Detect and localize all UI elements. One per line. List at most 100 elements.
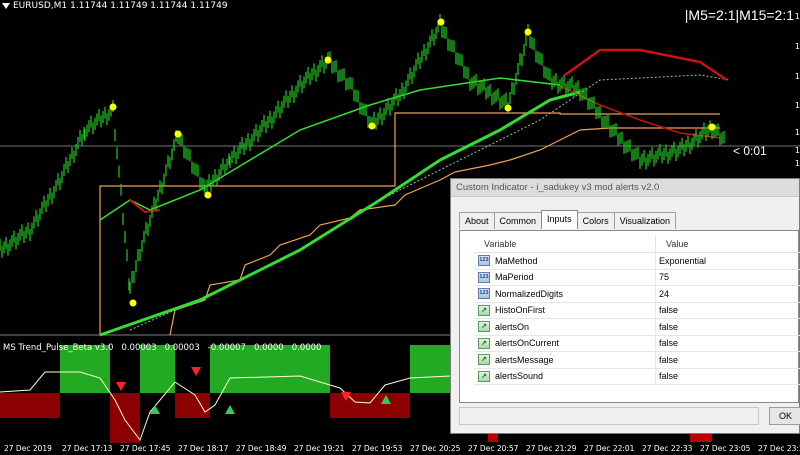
tab-inputs[interactable]: Inputs	[541, 210, 578, 229]
bool-icon: ↗	[478, 354, 490, 366]
variable-cell: ↗ HistoOnFirst	[474, 302, 656, 318]
grid-header: Variable Value	[474, 236, 800, 253]
price-tick-label: 1	[794, 42, 800, 51]
variable-cell: 123 NormalizedDigits	[474, 286, 656, 302]
value-cell[interactable]: false	[656, 355, 678, 365]
dropdown-triangle-icon[interactable]	[2, 3, 10, 9]
ok-button[interactable]: OK	[769, 407, 800, 425]
dialog-title[interactable]: Custom Indicator - i_sadukey v3 mod aler…	[451, 179, 799, 197]
variable-name: MaPeriod	[495, 272, 534, 283]
value-cell[interactable]: 75	[656, 272, 669, 282]
tab-about[interactable]: About	[459, 212, 495, 229]
variable-cell: ↗ alertsMessage	[474, 352, 656, 368]
time-tick-label: 27 Dec 22:33	[642, 444, 693, 453]
tab-common[interactable]: Common	[493, 212, 543, 229]
up-arrow-icon	[225, 405, 235, 414]
swing-point-dot	[204, 191, 212, 199]
indicator-value: 0.0000	[253, 343, 284, 353]
input-row-MaPeriod[interactable]: 123 MaPeriod 75	[474, 269, 800, 286]
int-icon: 123	[478, 271, 490, 283]
swing-point-dot	[437, 18, 445, 26]
variable-name: MaMethod	[495, 255, 538, 266]
price-tick-label: 1	[794, 159, 800, 168]
down-arrow-icon	[116, 382, 126, 391]
input-row-alertsOnCurrent[interactable]: ↗ alertsOnCurrent false	[474, 335, 800, 352]
input-row-HistoOnFirst[interactable]: ↗ HistoOnFirst false	[474, 302, 800, 319]
time-tick-label: 27 Dec 23:05	[700, 444, 751, 453]
price-tick-label: 1	[794, 146, 800, 155]
inputs-grid: Variable Value 123 MaMethod Exponential 123…	[474, 236, 800, 385]
swing-point-dot	[129, 299, 137, 307]
swing-point-dot	[504, 104, 512, 112]
dialog-tabs: About Common Inputs Colors Visualization	[459, 210, 676, 229]
variable-cell: 123 MaPeriod	[474, 269, 656, 285]
histogram-bar-down	[110, 393, 140, 443]
time-tick-label: 27 Dec 17:45	[120, 444, 171, 453]
inputs-panel: Variable Value 123 MaMethod Exponential 123…	[459, 230, 800, 403]
tab-colors[interactable]: Colors	[576, 212, 615, 229]
input-rows: 123 MaMethod Exponential 123 MaPeriod 75 123 No…	[474, 253, 800, 385]
value-cell[interactable]: false	[656, 371, 678, 381]
time-tick-label: 27 Dec 23:37	[758, 444, 800, 453]
time-tick-label: 27 Dec 21:29	[526, 444, 577, 453]
value-cell[interactable]: false	[656, 305, 678, 315]
time-tick-label: 27 Dec 19:53	[352, 444, 403, 453]
custom-indicator-dialog[interactable]: Custom Indicator - i_sadukey v3 mod aler…	[450, 178, 800, 434]
variable-name: NormalizedDigits	[495, 288, 564, 299]
histogram-bar-down	[330, 393, 345, 418]
bool-icon: ↗	[478, 337, 490, 349]
bool-icon: ↗	[478, 370, 490, 382]
input-row-NormalizedDigits[interactable]: 123 NormalizedDigits 24	[474, 286, 800, 303]
value-cell[interactable]: Exponential	[656, 256, 706, 266]
down-arrow-icon	[191, 367, 201, 376]
swing-point-dot	[368, 122, 376, 130]
time-tick-label: 27 Dec 20:57	[468, 444, 519, 453]
swing-point-dot	[708, 123, 716, 131]
reset-button[interactable]	[459, 407, 759, 425]
value-column-header[interactable]: Value	[656, 236, 688, 252]
histogram-bar-up	[410, 345, 450, 393]
variable-cell: 123 MaMethod	[474, 253, 656, 269]
bar-countdown: < 0:01	[733, 144, 767, 158]
time-tick-label: 27 Dec 18:17	[178, 444, 229, 453]
variable-cell: ↗ alertsOn	[474, 319, 656, 335]
swing-point-dot	[324, 56, 332, 64]
input-row-MaMethod[interactable]: 123 MaMethod Exponential	[474, 253, 800, 270]
value-cell[interactable]: false	[656, 322, 678, 332]
price-tick-label: 1	[794, 101, 800, 110]
input-row-alertsMessage[interactable]: ↗ alertsMessage false	[474, 352, 800, 369]
time-tick-label: 27 Dec 17:13	[62, 444, 113, 453]
variable-name: HistoOnFirst	[495, 305, 546, 316]
ohlc-values: 1.11744 1.11749 1.11744 1.11749	[70, 1, 228, 11]
time-tick-label: 27 Dec 19:21	[294, 444, 345, 453]
swing-point-dot	[109, 103, 117, 111]
time-tick-label: 27 Dec 18:49	[236, 444, 287, 453]
time-axis: 27 Dec 2019 27 Dec 17:13 27 Dec 17:45 27 De…	[0, 442, 800, 455]
tab-visualization[interactable]: Visualization	[613, 212, 676, 229]
histogram-bar-down	[0, 393, 60, 418]
symbol-label: EURUSD,M1	[13, 1, 68, 11]
variable-cell: ↗ alertsSound	[474, 368, 656, 384]
time-tick-label: 27 Dec 2019	[4, 444, 52, 453]
variable-cell: ↗ alertsOnCurrent	[474, 335, 656, 351]
variable-name: alertsSound	[495, 371, 544, 382]
swing-point-dot	[524, 28, 532, 36]
int-icon: 123	[478, 255, 490, 267]
value-cell[interactable]: false	[656, 338, 678, 348]
price-tick-label: 1	[794, 128, 800, 137]
bool-icon: ↗	[478, 304, 490, 316]
input-row-alertsSound[interactable]: ↗ alertsSound false	[474, 368, 800, 385]
histogram-bar-down	[175, 393, 210, 418]
time-tick-label: 27 Dec 20:25	[410, 444, 461, 453]
indicator-value: -0.00007	[207, 343, 246, 353]
price-tick-label: 1	[794, 72, 800, 81]
value-cell[interactable]: 24	[656, 289, 669, 299]
time-tick-label: 27 Dec 22:01	[584, 444, 635, 453]
indicator-title: MS Trend_Pulse_Beta v3.0 0.00003 0.00003 -0…	[3, 343, 329, 353]
input-row-alertsOn[interactable]: ↗ alertsOn false	[474, 319, 800, 336]
bool-icon: ↗	[478, 321, 490, 333]
chart-symbol-header: EURUSD,M1 1.11744 1.11749 1.11744 1.1174…	[2, 1, 228, 11]
variable-name: alertsMessage	[495, 354, 554, 365]
price-tick-label: 1	[794, 12, 800, 21]
variable-column-header[interactable]: Variable	[474, 236, 656, 252]
